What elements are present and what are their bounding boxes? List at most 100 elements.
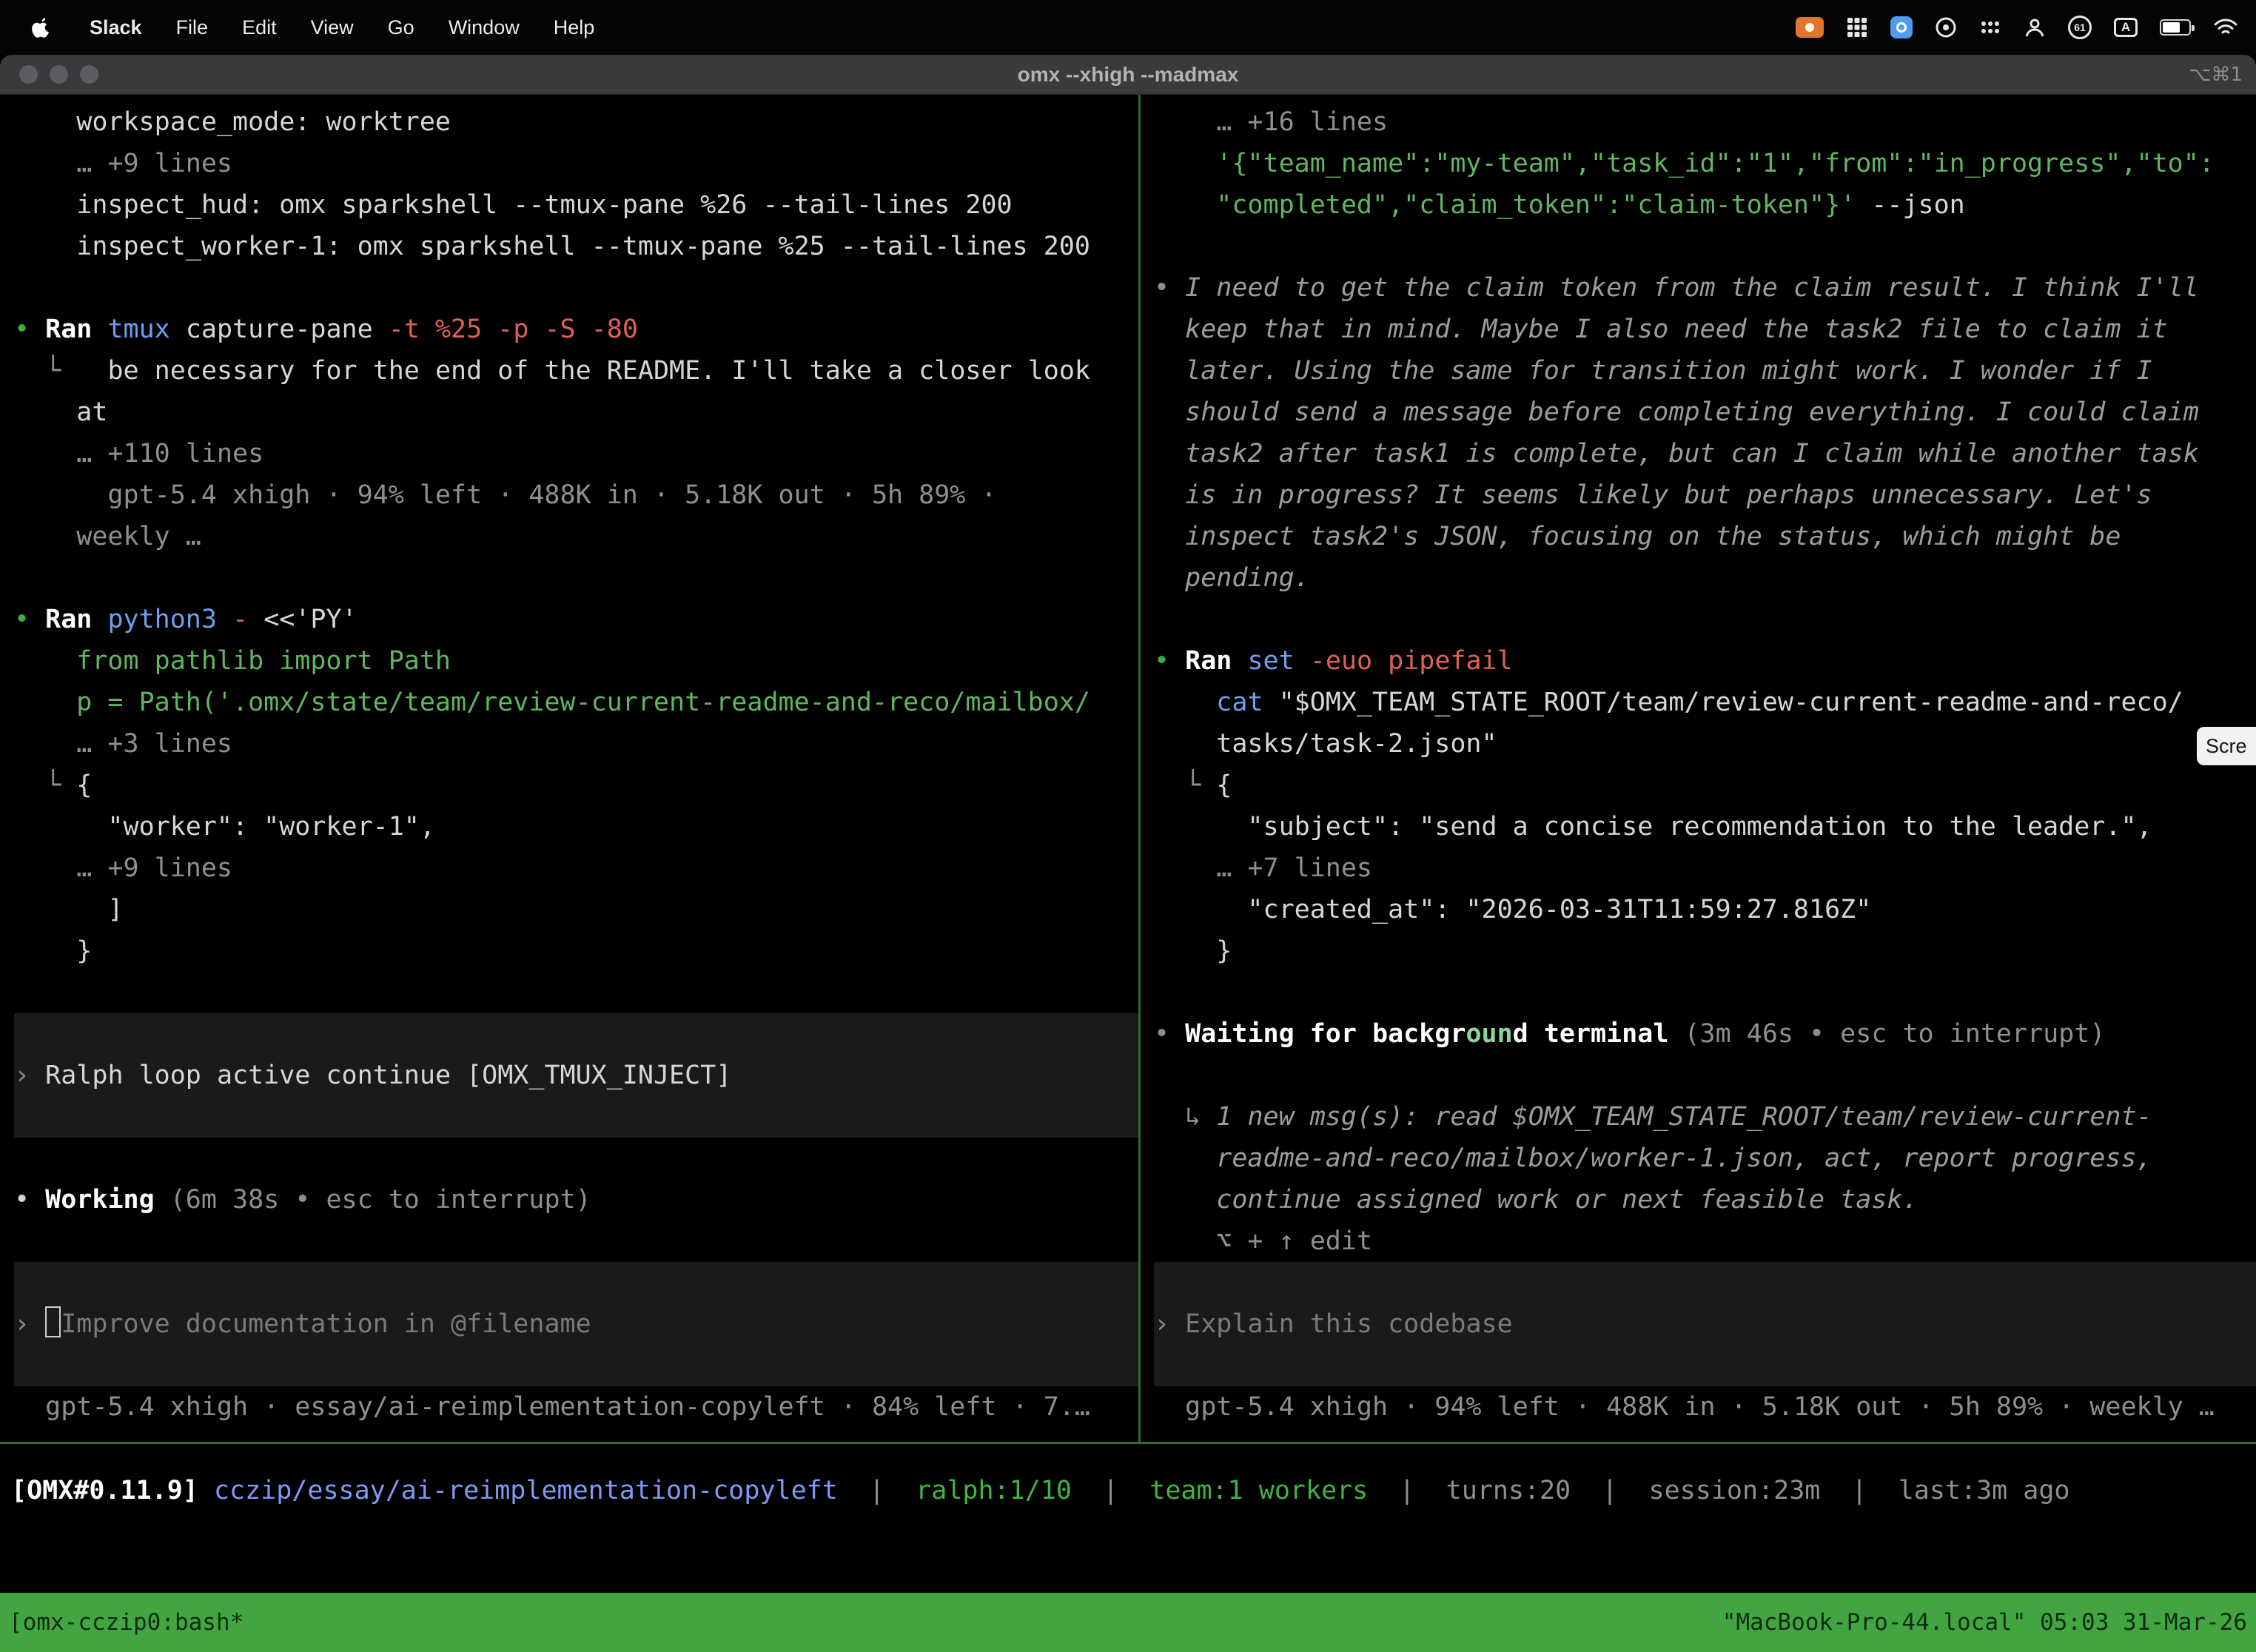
terminal-line xyxy=(14,1096,1138,1138)
menubar-status-area: 61 A xyxy=(1796,16,2256,39)
terminal-line: • Ran python3 - <<'PY' xyxy=(14,599,1138,640)
input-source-letter: A xyxy=(2121,20,2130,35)
terminal-line: inspect task2's JSON, focusing on the st… xyxy=(1154,516,2256,557)
terminal-line: later. Using the same for transition mig… xyxy=(1154,350,2256,392)
terminal-line: weekly … xyxy=(14,516,1138,557)
terminal-line: └ { xyxy=(1154,765,2256,806)
dots-grid-icon[interactable] xyxy=(1979,16,2001,38)
terminal-line: gpt-5.4 xhigh · 94% left · 488K in · 5.1… xyxy=(14,474,1138,516)
terminal-line: ⌥ + ↑ edit xyxy=(1154,1220,2256,1262)
terminal-line: } xyxy=(14,930,1138,972)
terminal-line xyxy=(14,267,1138,309)
terminal-line: inspect_worker-1: omx sparkshell --tmux-… xyxy=(14,226,1138,267)
terminal-line: should send a message before completing … xyxy=(1154,392,2256,433)
window-titlebar: omx --xhigh --madmax ⌥⌘1 xyxy=(0,55,2256,95)
terminal-line xyxy=(14,1013,1138,1055)
battery-percent-icon[interactable]: 61 xyxy=(2068,16,2092,39)
wifi-icon[interactable] xyxy=(2213,17,2238,38)
terminal-line: tasks/task-2.json" xyxy=(1154,723,2256,765)
terminal-line: • Working (6m 38s • esc to interrupt) xyxy=(14,1179,1138,1220)
screenshot-thumbnail-overlay[interactable]: Scre xyxy=(2197,727,2256,765)
terminal-line: gpt-5.4 xhigh · 94% left · 488K in · 5.1… xyxy=(1154,1386,2256,1428)
terminal-line: … +7 lines xyxy=(1154,847,2256,889)
terminal-line: • Waiting for background terminal (3m 46… xyxy=(1154,1013,2256,1055)
terminal-line: ] xyxy=(14,889,1138,930)
terminal-line: › Improve documentation in @filename xyxy=(14,1303,1138,1345)
menu-view[interactable]: View xyxy=(294,16,371,38)
capture-app-icon[interactable] xyxy=(1890,16,1913,38)
terminal-line: • Ran set -euo pipefail xyxy=(1154,640,2256,682)
terminal-line xyxy=(1154,226,2256,267)
terminal-line: └ { xyxy=(14,765,1138,806)
menu-help[interactable]: Help xyxy=(537,16,612,38)
terminal-line: from pathlib import Path xyxy=(14,640,1138,682)
screen-recording-icon[interactable] xyxy=(1796,17,1824,38)
terminal-line: "completed","claim_token":"claim-token"}… xyxy=(1154,184,2256,226)
menu-file[interactable]: File xyxy=(159,16,226,38)
menu-edit[interactable]: Edit xyxy=(225,16,294,38)
terminal-line: … +9 lines xyxy=(14,847,1138,889)
screen: SlackFileEditViewGoWindowHelp xyxy=(0,0,2256,1652)
terminal-line xyxy=(14,1262,1138,1303)
terminal-line: … +110 lines xyxy=(14,433,1138,474)
lens-icon xyxy=(1896,22,1907,33)
text-cursor xyxy=(45,1306,61,1337)
terminal-line: is in progress? It seems likely but perh… xyxy=(1154,474,2256,516)
terminal-line: "worker": "worker-1", xyxy=(14,806,1138,847)
terminal-line xyxy=(1154,1262,2256,1303)
terminal-line: › Explain this codebase xyxy=(1154,1303,2256,1345)
terminal-line: keep that in mind. Maybe I also need the… xyxy=(1154,309,2256,350)
profile-icon[interactable] xyxy=(2024,16,2046,38)
terminal-line xyxy=(14,1345,1138,1386)
tmux-session-window[interactable]: [omx-cczip0:bash* xyxy=(9,1602,244,1643)
terminal-line: … +9 lines xyxy=(14,143,1138,184)
terminal-line xyxy=(1154,972,2256,1013)
terminal-line: • Ran tmux capture-pane -t %25 -p -S -80 xyxy=(14,309,1138,350)
window-title: omx --xhigh --madmax xyxy=(0,63,2256,87)
battery-icon[interactable] xyxy=(2160,19,2191,36)
terminal-line xyxy=(14,1138,1138,1179)
grid-icon[interactable] xyxy=(1846,16,1868,38)
menubar: SlackFileEditViewGoWindowHelp xyxy=(0,0,2256,55)
terminal-line: readme-and-reco/mailbox/worker-1.json, a… xyxy=(1154,1138,2256,1179)
record-dot-icon xyxy=(1805,23,1814,32)
menubar-menus-area: SlackFileEditViewGoWindowHelp xyxy=(0,16,611,39)
terminal-line: continue assigned work or next feasible … xyxy=(1154,1179,2256,1220)
menu-go[interactable]: Go xyxy=(371,16,432,38)
input-source-icon[interactable]: A xyxy=(2114,18,2138,37)
terminal-line: … +3 lines xyxy=(14,723,1138,765)
terminal-line: } xyxy=(1154,930,2256,972)
terminal-line xyxy=(14,1220,1138,1262)
menu-window[interactable]: Window xyxy=(432,16,537,38)
terminal-line: • I need to get the claim token from the… xyxy=(1154,267,2256,309)
terminal-line: cat "$OMX_TEAM_STATE_ROOT/team/review-cu… xyxy=(1154,682,2256,723)
circle-app-icon[interactable] xyxy=(1935,16,1957,38)
terminal-line: └ be necessary for the end of the README… xyxy=(14,350,1138,392)
terminal-line xyxy=(1154,1055,2256,1096)
apple-icon xyxy=(32,16,51,38)
terminal-line: task2 after task1 is complete, but can I… xyxy=(1154,433,2256,474)
tmux-pane-right[interactable]: … +16 lines'{"team_name":"my-team","task… xyxy=(1141,95,2256,1442)
terminal-line xyxy=(14,972,1138,1013)
apple-menu[interactable] xyxy=(25,16,58,38)
terminal-line: › Ralph loop active continue [OMX_TMUX_I… xyxy=(14,1055,1138,1096)
terminal-line: p = Path('.omx/state/team/review-current… xyxy=(14,682,1138,723)
terminal-line: inspect_hud: omx sparkshell --tmux-pane … xyxy=(14,184,1138,226)
terminal-line: "subject": "send a concise recommendatio… xyxy=(1154,806,2256,847)
terminal-line: workspace_mode: worktree xyxy=(14,101,1138,143)
terminal-line xyxy=(1154,1345,2256,1386)
terminal-line xyxy=(1154,599,2256,640)
tmux-host-clock: "MacBook-Pro-44.local" 05:03 31-Mar-26 xyxy=(1722,1602,2247,1643)
terminal-window: workspace_mode: worktree… +9 linesinspec… xyxy=(0,95,2256,1652)
terminal-line: ↳ 1 new msg(s): read $OMX_TEAM_STATE_ROO… xyxy=(1154,1096,2256,1138)
window-shortcut: ⌥⌘1 xyxy=(2189,64,2243,86)
terminal-line: "created_at": "2026-03-31T11:59:27.816Z" xyxy=(1154,889,2256,930)
menu-slack[interactable]: Slack xyxy=(73,16,159,38)
terminal-line: pending. xyxy=(1154,557,2256,599)
battery-percent-value: 61 xyxy=(2074,21,2086,33)
terminal-line: … +16 lines xyxy=(1154,101,2256,143)
tmux-status-bar: [omx-cczip0:bash* "MacBook-Pro-44.local"… xyxy=(0,1593,2256,1652)
omx-hud-status-line: [OMX#0.11.9] cczip/essay/ai-reimplementa… xyxy=(11,1470,2070,1511)
tmux-pane-left[interactable]: workspace_mode: worktree… +9 linesinspec… xyxy=(0,95,1138,1442)
terminal-line: gpt-5.4 xhigh · essay/ai-reimplementatio… xyxy=(14,1386,1138,1428)
